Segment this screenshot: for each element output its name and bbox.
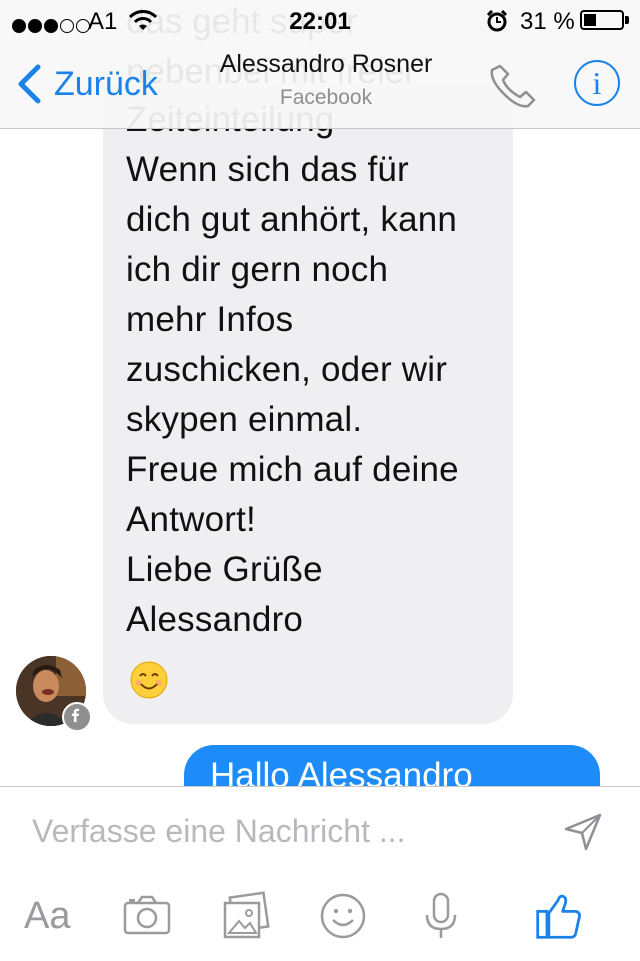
contact-name[interactable]: Alessandro Rosner — [0, 50, 640, 79]
message-line: zuschicken, oder wir — [126, 350, 448, 389]
like-thumb-icon[interactable] — [532, 891, 586, 941]
message-line: dich gut anhört, kann — [126, 200, 458, 239]
send-location-icon[interactable] — [562, 811, 604, 853]
navigation-bar: das geht super nebenbei mit freier A1 22… — [0, 0, 640, 129]
smiling-emoji-icon — [130, 661, 168, 699]
facebook-icon — [62, 702, 92, 732]
battery-percent: 31 % — [520, 8, 575, 35]
message-line: Freue mich auf deine — [126, 450, 459, 489]
emoji-icon[interactable] — [318, 891, 368, 941]
info-icon[interactable]: i — [574, 60, 620, 106]
message-line: Antwort! — [126, 500, 256, 539]
alarm-icon — [486, 10, 508, 32]
message-line: Alessandro — [126, 600, 304, 639]
microphone-icon[interactable] — [416, 891, 466, 941]
contact-source: Facebook — [279, 86, 373, 109]
incoming-message-text: Wenn sich das für dich gut anhört, kann … — [126, 90, 506, 645]
composer: Verfasse eine Nachricht ... Aa — [0, 786, 640, 961]
message-line: skypen einmal. — [126, 400, 363, 439]
battery-icon — [580, 10, 624, 30]
battery-tip — [625, 16, 629, 24]
text-format-button[interactable]: Aa — [24, 891, 70, 941]
message-line: Liebe Grüße — [126, 550, 323, 589]
camera-icon[interactable] — [122, 891, 172, 941]
status-bar: A1 22:01 31 % — [0, 0, 640, 40]
phone-icon[interactable] — [490, 62, 538, 110]
message-line: Wenn sich das für — [126, 150, 409, 189]
outgoing-message-text: Hallo Alessandro — [210, 756, 473, 786]
message-line: ich dir gern noch — [126, 250, 389, 289]
message-input[interactable]: Verfasse eine Nachricht ... — [32, 813, 406, 850]
message-line: mehr Infos — [126, 300, 294, 339]
gallery-icon[interactable] — [220, 891, 270, 941]
